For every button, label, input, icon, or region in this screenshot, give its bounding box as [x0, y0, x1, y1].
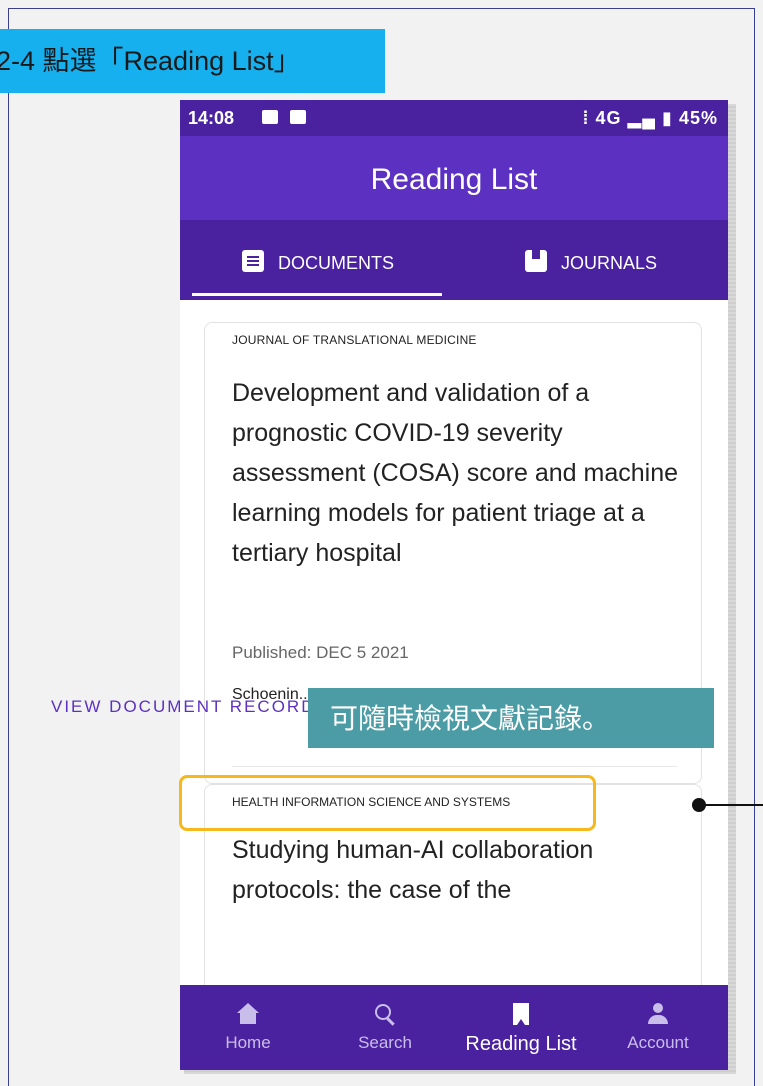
nav-home[interactable]: Home [188, 985, 308, 1053]
tab-journals[interactable]: JOURNALS [525, 220, 657, 300]
status-indicators: ⁞ 4G ▂▄ ▮ 45% [582, 108, 718, 128]
tab-journals-label: JOURNALS [561, 253, 658, 273]
callout-box: 可隨時檢視文獻記錄。 [308, 688, 714, 748]
tab-selected-indicator [192, 293, 442, 296]
nav-home-label: Home [225, 1033, 271, 1052]
journal-icon [525, 250, 547, 272]
bottom-nav: Home Search Reading List Account [180, 985, 728, 1070]
tab-documents[interactable]: DOCUMENTS [242, 220, 394, 300]
app-bar-title: Reading List [180, 136, 728, 220]
account-icon [647, 1003, 669, 1025]
phone-screen: 14:08 ⁞ 4G ▂▄ ▮ 45% Reading List DOCUMEN… [180, 100, 728, 1070]
search-icon [374, 1003, 396, 1025]
view-document-record-button[interactable]: VIEW DOCUMENT RECORD [51, 697, 315, 717]
tab-documents-label: DOCUMENTS [278, 253, 394, 273]
nav-reading-list-label: Reading List [465, 1033, 577, 1055]
step-banner-text: 2-4 點選「Reading List」 [0, 46, 301, 76]
card-title: Studying human-AI collaboration protocol… [232, 836, 594, 904]
status-bar: 14:08 ⁞ 4G ▂▄ ▮ 45% [180, 100, 728, 136]
bookmark-icon [513, 1003, 529, 1025]
app-notification-icon [290, 110, 306, 124]
document-icon [242, 250, 264, 272]
pointer-line [705, 804, 763, 806]
card-divider [232, 766, 677, 767]
document-list[interactable]: JOURNAL OF TRANSLATIONAL MEDICINE Develo… [180, 300, 728, 985]
highlight-box [179, 775, 596, 831]
nav-reading-list[interactable]: Reading List [461, 985, 581, 1056]
card-journal: JOURNAL OF TRANSLATIONAL MEDICINE [232, 333, 477, 347]
step-banner: 2-4 點選「Reading List」 [0, 29, 385, 93]
tab-bar: DOCUMENTS JOURNALS [180, 220, 728, 300]
pointer-dot [692, 798, 706, 812]
home-icon [237, 1003, 259, 1025]
card-title: Development and validation of a prognost… [232, 379, 679, 567]
nav-account[interactable]: Account [598, 985, 718, 1053]
gallery-notification-icon [262, 110, 278, 124]
status-time: 14:08 [188, 108, 235, 128]
nav-search-label: Search [358, 1033, 412, 1052]
card-published-date: Published: DEC 5 2021 [232, 643, 409, 662]
nav-account-label: Account [627, 1033, 689, 1052]
nav-search[interactable]: Search [325, 985, 445, 1053]
